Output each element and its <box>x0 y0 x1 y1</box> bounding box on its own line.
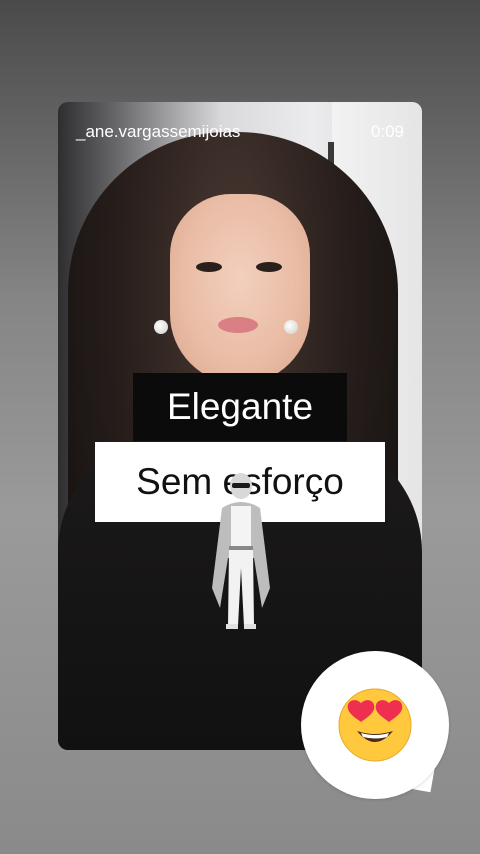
heart-eyes-emoji-icon <box>338 688 412 762</box>
story-timestamp: 0:09 <box>370 122 404 141</box>
model-eye-left <box>196 262 222 272</box>
model-eye-right <box>256 262 282 272</box>
pearl-earring-left <box>154 320 168 334</box>
caption-line-1: Elegante <box>133 373 347 441</box>
pearl-earring-right <box>284 320 298 334</box>
model-lips <box>218 317 258 333</box>
fashion-model-sticker[interactable] <box>204 468 278 630</box>
model-face <box>170 194 310 384</box>
story-username[interactable]: _ane.vargassemijoias <box>76 122 240 142</box>
caption-line-1-text: Elegante <box>166 386 314 427</box>
reaction-bubble[interactable] <box>301 651 449 799</box>
